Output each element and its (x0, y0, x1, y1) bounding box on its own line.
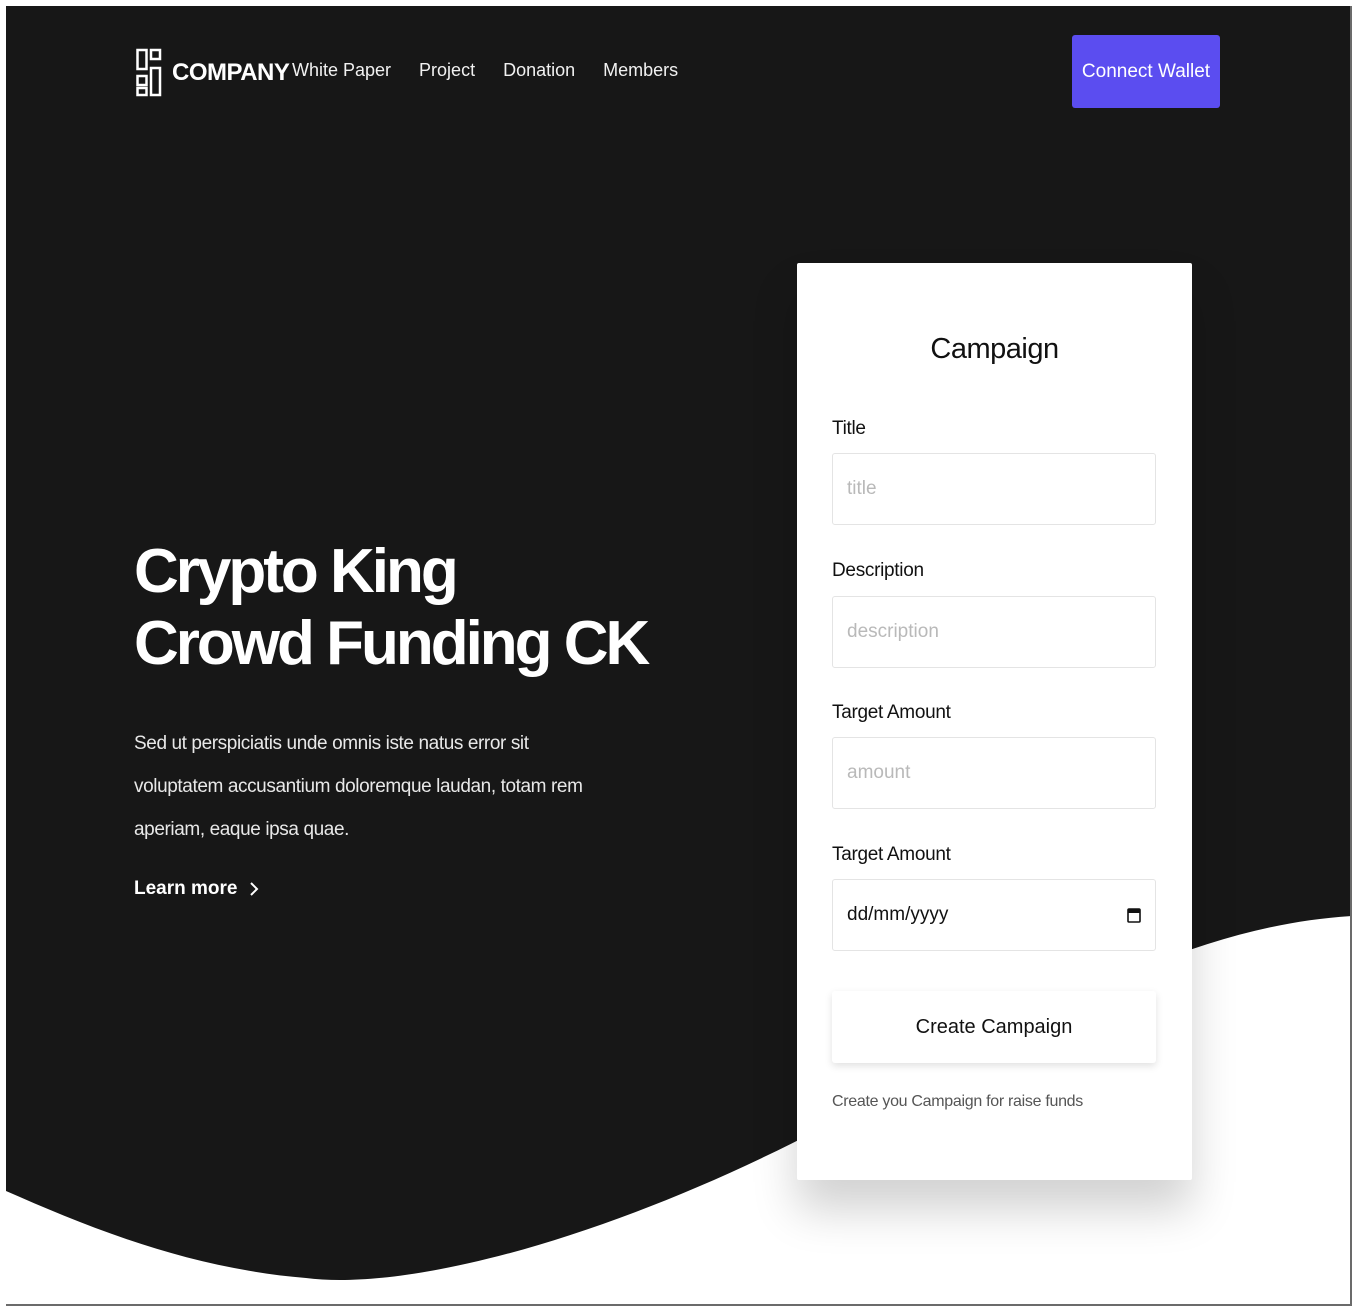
top-navigation: COMPANY White Paper Project Donation Mem… (6, 6, 1350, 146)
form-title: Campaign (930, 333, 1059, 365)
nav-link-donation[interactable]: Donation (503, 60, 575, 81)
chevron-right-icon (250, 882, 259, 896)
description-input[interactable] (832, 596, 1156, 668)
title-input[interactable] (832, 453, 1156, 525)
description-label: Description (832, 560, 924, 581)
title-label: Title (832, 418, 866, 439)
create-campaign-button[interactable]: Create Campaign (832, 991, 1156, 1063)
learn-more-label: Learn more (134, 878, 238, 899)
campaign-form-card: Campaign Title Description Target Amount… (797, 263, 1192, 1180)
target-date-label: Target Amount (832, 844, 951, 865)
target-amount-input[interactable] (832, 737, 1156, 809)
brand-name: COMPANY (172, 59, 290, 86)
squares-logo-icon (136, 48, 162, 97)
page-frame: COMPANY White Paper Project Donation Mem… (6, 6, 1352, 1306)
target-date-input[interactable]: dd/mm/yyyy (832, 879, 1156, 951)
form-helper-text: Create you Campaign for raise funds (832, 1093, 1083, 1110)
nav-link-project[interactable]: Project (419, 60, 475, 81)
hero-title-line-1: Crypto King (134, 537, 459, 606)
main-menu: White Paper Project Donation Members (292, 60, 706, 81)
date-value: dd/mm/yyyy (847, 904, 949, 925)
hero-title: Crypto King Crowd Funding CK (134, 536, 694, 680)
target-amount-label: Target Amount (832, 702, 951, 723)
hero-description: Sed ut perspiciatis unde omnis iste natu… (134, 733, 583, 840)
brand-logo[interactable]: COMPANY (136, 48, 290, 98)
hero-title-line-2: Crowd Funding CK (134, 609, 650, 678)
connect-wallet-button[interactable]: Connect Wallet (1072, 35, 1220, 108)
learn-more-link[interactable]: Learn more (134, 878, 259, 900)
calendar-icon[interactable] (1127, 907, 1141, 923)
nav-link-members[interactable]: Members (603, 60, 678, 81)
nav-link-white-paper[interactable]: White Paper (292, 60, 391, 81)
